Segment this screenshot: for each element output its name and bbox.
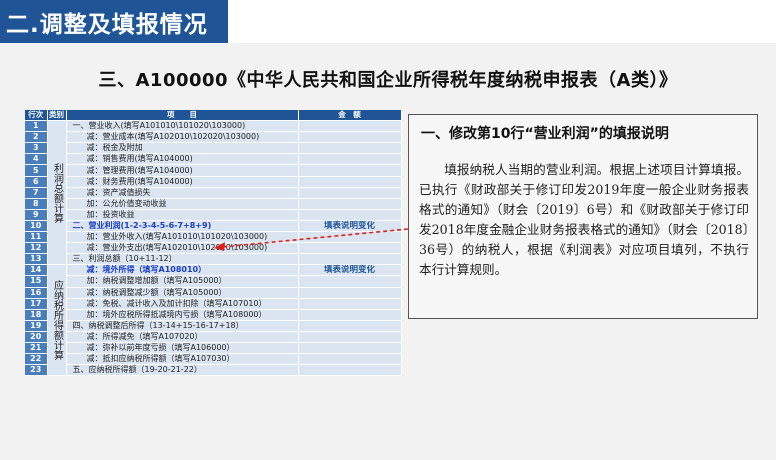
callout-arrow-line (221, 228, 409, 248)
callout-arrow (214, 228, 409, 251)
callout-arrow-head (214, 242, 225, 251)
